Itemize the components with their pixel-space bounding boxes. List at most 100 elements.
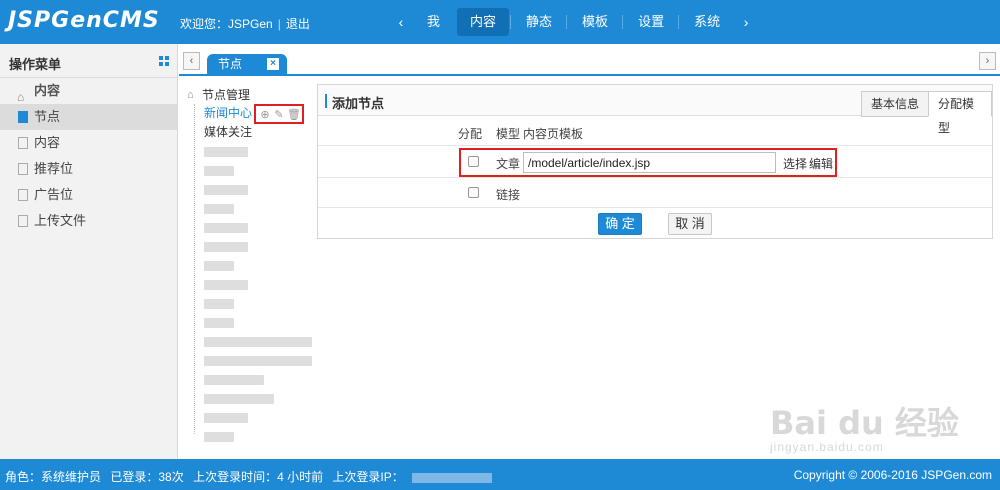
blurred-tree-node [184, 218, 314, 237]
nav-item-me[interactable]: 我 [414, 8, 453, 36]
tab-node[interactable]: 节点 × [207, 54, 287, 74]
sidebar-item-label: 节点 [34, 109, 61, 124]
nav-next-arrow-icon[interactable]: › [735, 14, 757, 30]
panel-title-accent [325, 94, 327, 108]
sidebar-group-content[interactable]: ⌂ 内容 [0, 78, 177, 104]
add-node-panel: 添加节点 基本信息 分配模型 分配 模型 内容页模板 文章 选择 编辑 链接 确… [317, 84, 993, 239]
logout-link[interactable]: 退出 [286, 17, 310, 31]
edit-template-link[interactable]: 编辑 [809, 155, 833, 172]
column-assign: 分配 [458, 127, 483, 141]
last-login-time-text: 上次登录时间：4 小时前 [193, 470, 324, 484]
panel-header: 添加节点 基本信息 分配模型 [318, 85, 992, 135]
add-icon[interactable]: ⊕ [259, 109, 271, 121]
watermark-logo: Bai du 经验 [770, 404, 959, 442]
delete-icon[interactable]: 🗑 [287, 109, 301, 121]
last-login-ip-label: 上次登录IP： [332, 470, 404, 484]
column-template: 内容页模板 [523, 127, 584, 141]
model-name-article: 文章 [496, 157, 521, 171]
tab-strip: ‹ 节点 × › [179, 52, 1000, 76]
confirm-button[interactable]: 确 定 [598, 213, 642, 235]
welcome-area: 欢迎您：JSPGen | 退出 [180, 15, 310, 32]
copyright: Copyright © 2006-2016 JSPGen.com [793, 468, 992, 482]
table-row-article: 文章 选择 编辑 [318, 146, 992, 178]
blurred-tree-node [184, 237, 314, 256]
blurred-tree-node [184, 332, 314, 351]
table-header-row: 分配 模型 内容页模板 [318, 116, 992, 146]
sidebar-title: 操作菜单 [9, 57, 62, 72]
blurred-tree-node [184, 199, 314, 218]
nav-item-static[interactable]: 静态 [510, 8, 565, 36]
home-icon: ⌂ [187, 89, 194, 101]
edit-icon[interactable]: ✎ [273, 109, 285, 121]
baidu-watermark: Bai du 经验 jingyan.baidu.com [770, 398, 980, 458]
tree-node-label[interactable]: 新闻中心 [204, 106, 252, 120]
grid-toggle-icon[interactable] [159, 56, 169, 66]
welcome-separator: | [277, 17, 281, 31]
tree-node-news[interactable]: 新闻中心 ⊕ ✎ 🗑 [184, 104, 314, 124]
tab-label: 节点 [218, 57, 243, 71]
blurred-tree-node [184, 427, 314, 446]
blurred-tree-node [184, 142, 314, 161]
tree-root-label: 节点管理 [202, 88, 251, 102]
blurred-tree-node [184, 313, 314, 332]
nav-item-content[interactable]: 内容 [457, 8, 510, 36]
login-count-text: 已登录：38次 [110, 470, 184, 484]
status-bar: 角色：系统维护员 已登录：38次 上次登录时间：4 小时前 上次登录IP： Co… [0, 459, 1000, 490]
sidebar-item-node[interactable]: 节点 [0, 104, 177, 130]
select-template-link[interactable]: 选择 [783, 155, 807, 172]
nav-item-settings[interactable]: 设置 [622, 8, 677, 36]
sidebar-item-label: 上传文件 [34, 213, 87, 228]
sidebar-item-label: 广告位 [34, 187, 74, 202]
blurred-tree-node [184, 408, 314, 427]
sidebar: 操作菜单 ⌂ 内容 节点 内容 推荐位 广告位 上传文件 [0, 44, 178, 460]
document-icon [18, 111, 28, 123]
sidebar-item-ads[interactable]: 广告位 [0, 182, 177, 208]
blurred-tree-node [184, 256, 314, 275]
sidebar-header: 操作菜单 [0, 44, 177, 78]
node-actions: ⊕ ✎ 🗑 [254, 104, 305, 124]
document-icon [18, 163, 28, 175]
welcome-text: 欢迎您：JSPGen [180, 17, 273, 31]
node-tree: ⌂ 节点管理 新闻中心 ⊕ ✎ 🗑 媒体关注 [184, 86, 314, 446]
assign-checkbox-link[interactable] [468, 187, 479, 198]
sidebar-item-content[interactable]: 内容 [0, 130, 177, 156]
app-logo: JSPGenCMS [8, 8, 160, 33]
model-name-link: 链接 [496, 188, 521, 202]
tree-node-media[interactable]: 媒体关注 [184, 123, 314, 142]
blurred-tree-node [184, 389, 314, 408]
blurred-tree-node [184, 275, 314, 294]
document-icon [18, 137, 28, 149]
cancel-button[interactable]: 取 消 [668, 213, 712, 235]
nav-prev-arrow-icon[interactable]: ‹ [390, 14, 412, 30]
blurred-tree-node [184, 294, 314, 313]
top-bar: JSPGenCMS 欢迎您：JSPGen | 退出 ‹ 我 内容 静态 模板 设置 … [0, 0, 1000, 44]
main-nav: ‹ 我 内容 静态 模板 设置 系统 › [390, 8, 757, 36]
sidebar-item-label: 内容 [34, 135, 61, 150]
column-model: 模型 [496, 127, 521, 141]
tab-scroll-left-button[interactable]: ‹ [183, 52, 200, 70]
tab-assign-model[interactable]: 分配模型 [928, 91, 992, 135]
table-row-link: 链接 [318, 178, 992, 208]
tree-root[interactable]: ⌂ 节点管理 [184, 86, 314, 104]
sidebar-item-label: 推荐位 [34, 161, 74, 176]
document-icon [18, 189, 28, 201]
tab-basic-info[interactable]: 基本信息 [861, 91, 930, 117]
sidebar-item-recommend[interactable]: 推荐位 [0, 156, 177, 182]
login-info: 角色：系统维护员 已登录：38次 上次登录时间：4 小时前 上次登录IP： [5, 468, 498, 485]
blurred-tree-node [184, 180, 314, 199]
tree-node-label: 媒体关注 [204, 125, 253, 139]
sidebar-group-label: 内容 [34, 83, 61, 98]
blurred-tree-node [184, 370, 314, 389]
tab-scroll-right-button[interactable]: › [979, 52, 996, 70]
document-icon [18, 215, 28, 227]
role-text: 角色：系统维护员 [5, 470, 102, 484]
template-path-input[interactable] [523, 152, 776, 173]
nav-item-system[interactable]: 系统 [678, 8, 733, 36]
panel-title: 添加节点 [332, 96, 385, 111]
ip-blurred [411, 472, 492, 483]
nav-item-template[interactable]: 模板 [566, 8, 621, 36]
blurred-tree-node [184, 161, 314, 180]
blurred-tree-node [184, 351, 314, 370]
sidebar-item-upload[interactable]: 上传文件 [0, 208, 177, 234]
tab-close-icon[interactable]: × [267, 58, 279, 70]
